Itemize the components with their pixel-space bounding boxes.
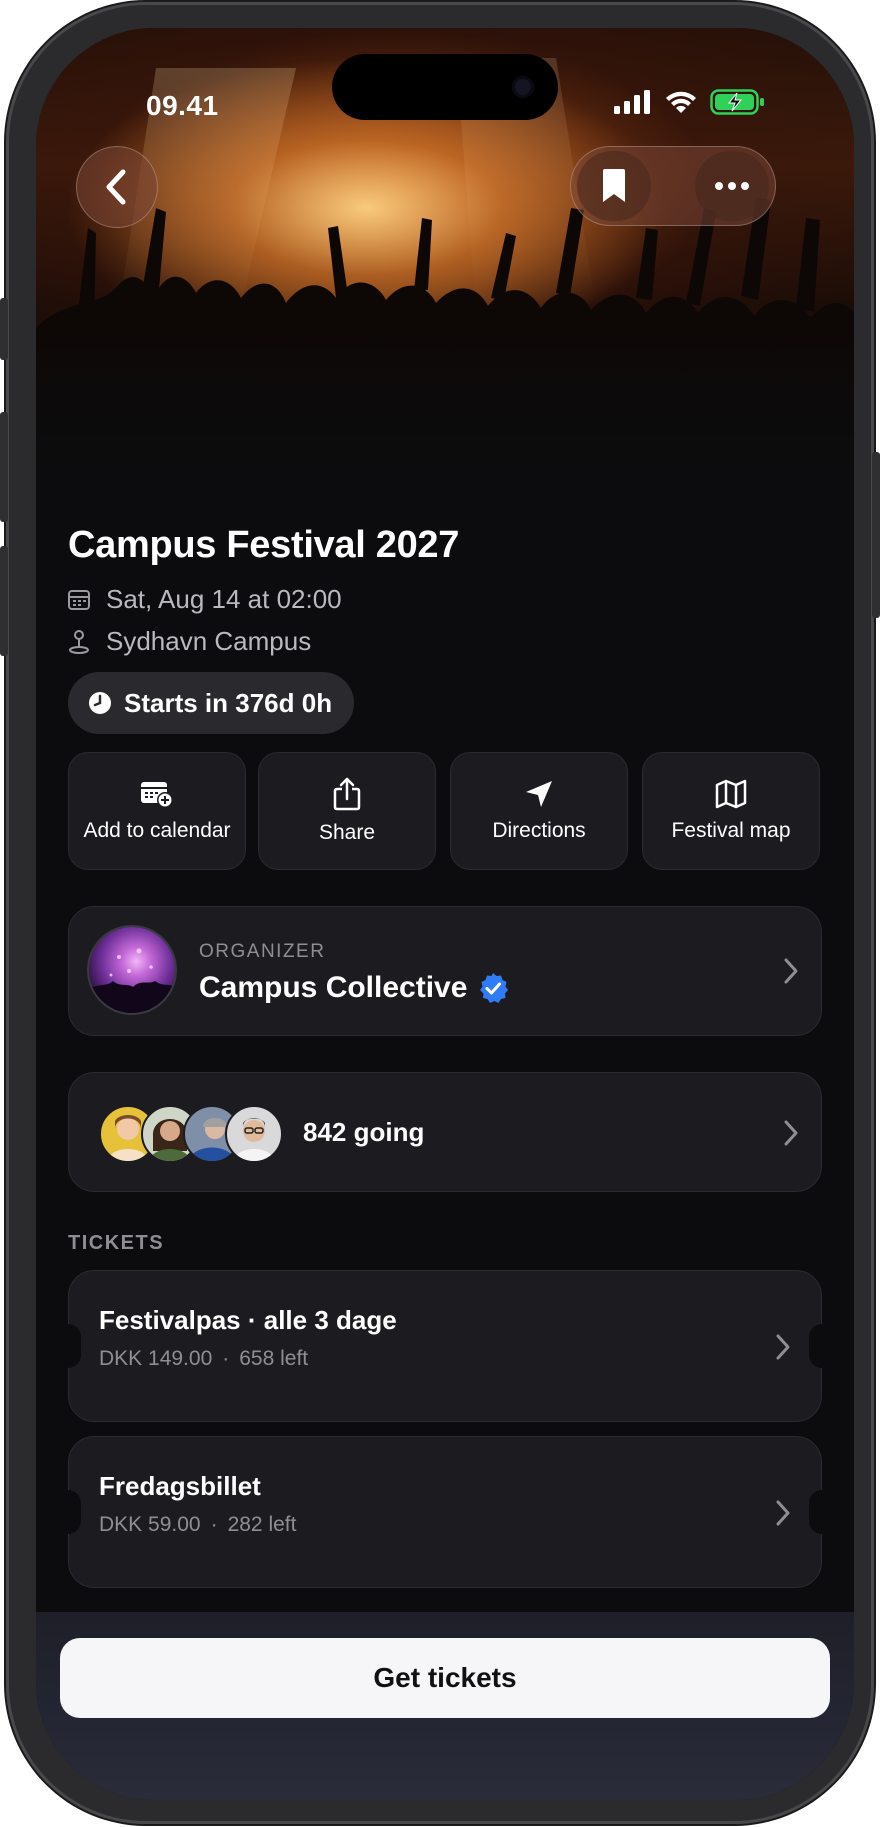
ticket-remaining: 658 left bbox=[239, 1347, 309, 1370]
organizer-avatar bbox=[89, 927, 175, 1013]
chevron-right-icon bbox=[776, 1334, 790, 1360]
event-date-row: Sat, Aug 14 at 02:00 bbox=[68, 584, 342, 615]
ellipsis-icon bbox=[715, 182, 749, 190]
festival-map-button[interactable]: Festival map bbox=[642, 752, 820, 870]
countdown-badge: Starts in 376d 0h bbox=[68, 672, 355, 734]
ticket-item[interactable]: Festivalpas · alle 3 dage DKK 149.00 · 6… bbox=[55, 1270, 835, 1422]
top-actions-group bbox=[570, 146, 776, 226]
power-button bbox=[872, 452, 880, 618]
event-location-row: Sydhavn Campus bbox=[68, 626, 311, 657]
ticket-price: DKK 149.00 bbox=[99, 1347, 213, 1370]
map-icon bbox=[715, 779, 747, 809]
ticket-meta: DKK 59.00 · 282 left bbox=[99, 1513, 296, 1537]
ticket-separator: · bbox=[210, 1513, 218, 1536]
phone-frame: 09.41 Campus Festival 2027 Sat, Aug 14 a… bbox=[0, 2, 880, 1824]
chevron-left-icon bbox=[106, 169, 126, 205]
event-location: Sydhavn Campus bbox=[106, 626, 312, 656]
ticket-notch bbox=[809, 1490, 835, 1534]
chevron-right-icon bbox=[784, 958, 798, 984]
signal-icon bbox=[614, 90, 650, 114]
verified-badge-icon bbox=[480, 973, 509, 1003]
navigation-arrow-icon bbox=[526, 781, 552, 807]
chevron-right-icon bbox=[784, 1120, 798, 1146]
avatar bbox=[225, 1105, 283, 1163]
get-tickets-button[interactable]: Get tickets bbox=[60, 1638, 830, 1718]
bookmark-icon bbox=[603, 169, 625, 202]
ticket-remaining: 282 left bbox=[227, 1513, 297, 1536]
hero-fade bbox=[36, 328, 854, 488]
going-count: 842 going bbox=[303, 1117, 425, 1147]
organizer-name-row: Campus Collective bbox=[199, 971, 509, 1005]
event-title: Campus Festival 2027 bbox=[68, 524, 460, 566]
status-time: 09.41 bbox=[146, 90, 219, 121]
organizer-label: ORGANIZER bbox=[199, 941, 326, 962]
ticket-name: Fredagsbillet bbox=[99, 1471, 261, 1501]
back-button[interactable] bbox=[76, 146, 158, 228]
ticket-separator: · bbox=[222, 1347, 230, 1370]
bookmark-button[interactable] bbox=[577, 151, 651, 221]
calendar-add-icon bbox=[141, 782, 173, 808]
ticket-price: DKK 59.00 bbox=[99, 1513, 201, 1536]
share-button[interactable]: Share bbox=[258, 752, 436, 870]
ticket-meta: DKK 149.00 · 658 left bbox=[99, 1347, 308, 1371]
event-date: Sat, Aug 14 at 02:00 bbox=[106, 584, 342, 614]
ticket-name: Festivalpas · alle 3 dage bbox=[99, 1305, 397, 1335]
calendar-icon bbox=[68, 589, 90, 610]
organizer-name: Campus Collective bbox=[199, 971, 468, 1004]
action-label: Share bbox=[318, 821, 376, 844]
location-pin-icon bbox=[69, 629, 89, 654]
ticket-notch bbox=[55, 1324, 81, 1368]
action-button bbox=[0, 298, 8, 360]
share-icon bbox=[333, 777, 361, 811]
ticket-notch bbox=[55, 1490, 81, 1534]
volume-up-button bbox=[0, 412, 8, 522]
action-label: Directions bbox=[492, 819, 586, 842]
action-label: Add to calendar bbox=[83, 819, 231, 842]
ticket-item[interactable]: Fredagsbillet DKK 59.00 · 282 left bbox=[55, 1436, 835, 1588]
action-label: Festival map bbox=[671, 819, 791, 842]
directions-button[interactable]: Directions bbox=[450, 752, 628, 870]
wifi-icon bbox=[666, 91, 696, 113]
organizer-card[interactable]: ORGANIZER Campus Collective bbox=[68, 906, 822, 1036]
attendee-avatars bbox=[99, 1105, 283, 1163]
attendees-card[interactable]: 842 going bbox=[68, 1072, 822, 1192]
tickets-section-label: TICKETS bbox=[68, 1232, 165, 1254]
more-button[interactable] bbox=[695, 151, 769, 221]
clock-icon bbox=[89, 692, 111, 714]
countdown-text: Starts in 376d 0h bbox=[124, 687, 333, 718]
battery-charging-icon bbox=[710, 89, 764, 115]
add-to-calendar-button[interactable]: Add to calendar bbox=[68, 752, 246, 870]
volume-down-button bbox=[0, 546, 8, 656]
status-icons bbox=[614, 88, 766, 116]
ticket-notch bbox=[809, 1324, 835, 1368]
screen: 09.41 Campus Festival 2027 Sat, Aug 14 a… bbox=[36, 28, 854, 1800]
chevron-right-icon bbox=[776, 1500, 790, 1526]
front-camera bbox=[512, 76, 534, 98]
